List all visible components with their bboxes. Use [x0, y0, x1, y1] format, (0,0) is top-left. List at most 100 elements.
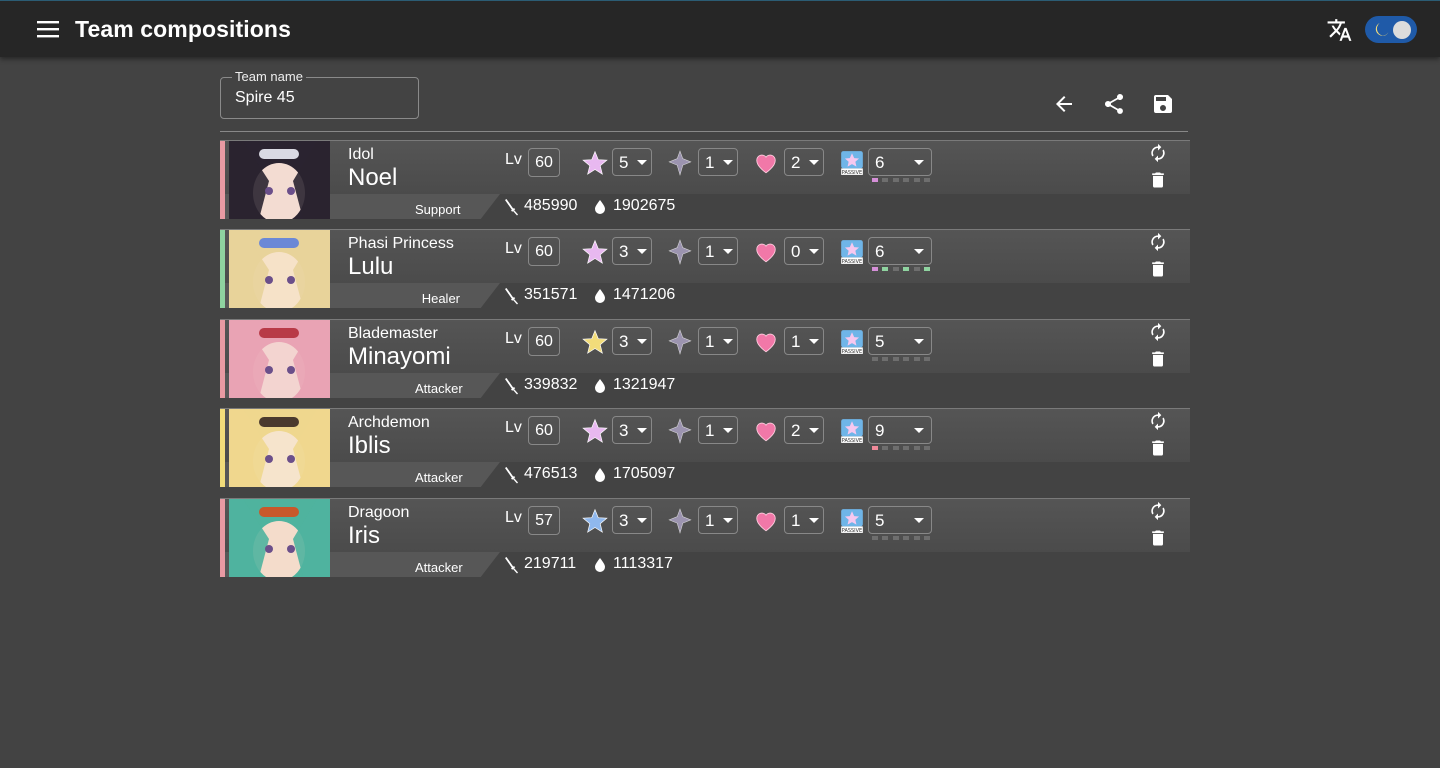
hp-stat: 1705097 [613, 465, 676, 482]
dark-mode-toggle[interactable] [1365, 16, 1417, 43]
menu-icon[interactable] [37, 20, 59, 38]
chevron-down-icon [914, 160, 924, 165]
swap-icon[interactable] [1148, 143, 1168, 163]
delete-icon[interactable] [1148, 259, 1168, 279]
passive-select[interactable]: 5 [868, 506, 932, 534]
affection-select[interactable]: 1 [784, 506, 824, 534]
passive-select[interactable]: 9 [868, 416, 932, 444]
passive-level-pip [913, 357, 920, 361]
chevron-down-icon [723, 428, 733, 433]
character-portrait[interactable] [229, 499, 330, 577]
star-select[interactable]: 5 [612, 148, 652, 176]
heart-icon [756, 154, 776, 174]
hp-drop-icon [595, 379, 605, 393]
chevron-down-icon [637, 428, 647, 433]
bond-value: 1 [705, 511, 715, 530]
level-label: Lv [505, 240, 522, 257]
affection-select[interactable]: 2 [784, 416, 824, 444]
passive-level-pip [872, 267, 878, 271]
affection-select[interactable]: 2 [784, 148, 824, 176]
passive-level-indicator [870, 446, 932, 451]
heart-icon [756, 333, 776, 353]
passive-level-pip [903, 267, 910, 271]
affection-select[interactable]: 0 [784, 237, 824, 265]
level-input[interactable]: 60 [528, 148, 560, 177]
star-select[interactable]: 3 [612, 416, 652, 444]
passive-value: 6 [875, 153, 885, 172]
character-role: Attacker [415, 560, 463, 575]
passive-level-pip [924, 267, 930, 271]
swap-icon[interactable] [1148, 411, 1168, 431]
attack-stat: 485990 [524, 197, 578, 214]
translate-icon[interactable] [1326, 17, 1353, 43]
share-icon[interactable] [1102, 92, 1126, 116]
character-role: Attacker [415, 381, 463, 396]
character-role: Attacker [415, 470, 463, 485]
chevron-down-icon [637, 249, 647, 254]
character-name: Minayomi [348, 343, 451, 370]
character-name: Iris [348, 522, 380, 549]
passive-badge-text: PASSIVE [842, 438, 862, 444]
passive-select[interactable]: 6 [868, 237, 932, 265]
character-row: Idol Noel Support Lv 60 5 1 2 PASSIVE 6 485990 1902… [220, 140, 1190, 221]
bond-select[interactable]: 1 [698, 506, 738, 534]
delete-icon[interactable] [1148, 349, 1168, 369]
team-name-field[interactable]: Team name Spire 45 [220, 69, 419, 119]
back-arrow-icon[interactable] [1052, 92, 1076, 116]
passive-level-pip [924, 178, 930, 182]
star-select[interactable]: 3 [612, 327, 652, 355]
character-portrait[interactable] [229, 141, 330, 219]
chevron-down-icon [914, 249, 924, 254]
star-icon [582, 239, 608, 264]
character-portrait[interactable] [229, 409, 330, 487]
character-row: Phasi Princess Lulu Healer Lv 60 3 1 0 PASSIVE 6 3… [220, 229, 1190, 310]
swap-icon[interactable] [1148, 501, 1168, 521]
star-icon [582, 418, 608, 443]
character-portrait[interactable] [229, 230, 330, 308]
heart-icon [756, 422, 776, 442]
level-label: Lv [505, 151, 522, 168]
passive-level-indicator [870, 357, 932, 362]
swap-icon[interactable] [1148, 232, 1168, 252]
passive-select[interactable]: 5 [868, 327, 932, 355]
level-input[interactable]: 60 [528, 327, 560, 356]
team-name-value[interactable]: Spire 45 [235, 89, 295, 107]
delete-icon[interactable] [1148, 528, 1168, 548]
bond-value: 1 [705, 153, 715, 172]
delete-icon[interactable] [1148, 438, 1168, 458]
level-label: Lv [505, 419, 522, 436]
sword-icon [505, 557, 518, 574]
affection-select[interactable]: 1 [784, 327, 824, 355]
character-title: Archdemon [348, 414, 430, 431]
character-role: Support [415, 202, 461, 217]
save-icon[interactable] [1151, 92, 1175, 116]
passive-level-pip [903, 178, 910, 182]
chevron-down-icon [809, 249, 819, 254]
bond-select[interactable]: 1 [698, 148, 738, 176]
level-input[interactable]: 57 [528, 506, 560, 535]
level-label: Lv [505, 330, 522, 347]
bond-select[interactable]: 1 [698, 416, 738, 444]
level-input[interactable]: 60 [528, 237, 560, 266]
passive-level-pip [892, 267, 899, 271]
character-portrait[interactable] [229, 320, 330, 398]
passive-select[interactable]: 6 [868, 148, 932, 176]
star-select[interactable]: 3 [612, 237, 652, 265]
star-select[interactable]: 3 [612, 506, 652, 534]
star-icon [582, 329, 608, 354]
bond-star-icon [668, 239, 692, 265]
bond-select[interactable]: 1 [698, 327, 738, 355]
hp-drop-icon [595, 558, 605, 572]
bond-select[interactable]: 1 [698, 237, 738, 265]
bond-value: 1 [705, 242, 715, 261]
character-title: Blademaster [348, 325, 438, 342]
hp-stat: 1321947 [613, 376, 676, 393]
divider [220, 131, 1188, 132]
passive-level-pip [913, 536, 920, 540]
swap-icon[interactable] [1148, 322, 1168, 342]
sword-icon [505, 199, 518, 216]
level-input[interactable]: 60 [528, 416, 560, 445]
delete-icon[interactable] [1148, 170, 1168, 190]
app-bar: Team compositions [0, 0, 1440, 57]
team-name-label: Team name [232, 69, 306, 84]
